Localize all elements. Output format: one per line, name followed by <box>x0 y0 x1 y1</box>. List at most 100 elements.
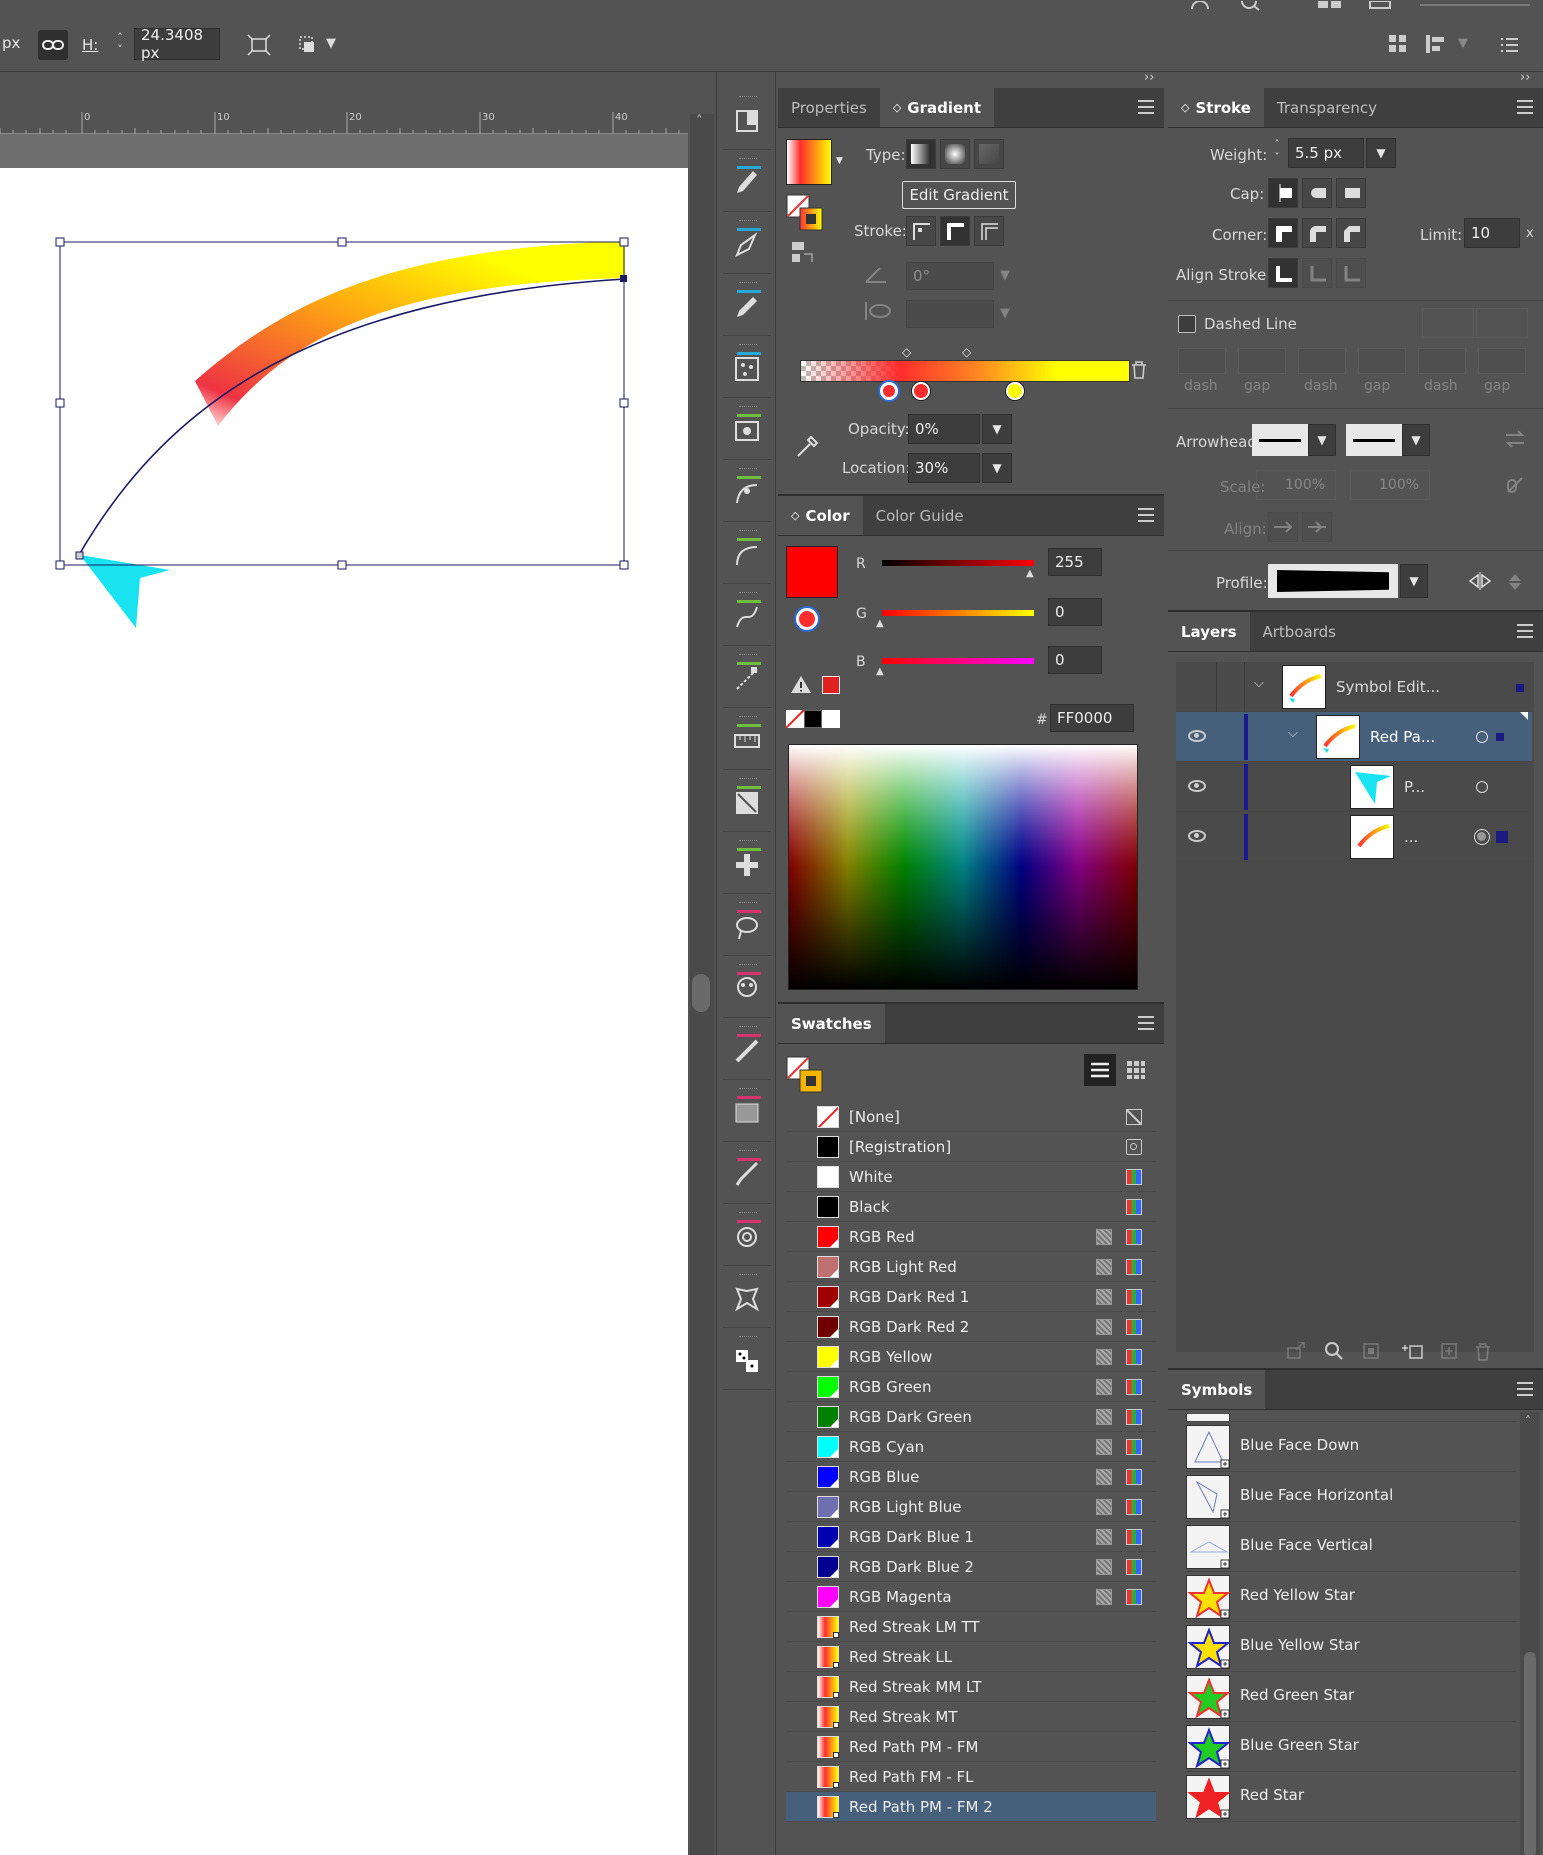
vertical-scrollbar[interactable]: ˄ <box>690 114 714 1855</box>
dash-field[interactable] <box>1418 348 1466 374</box>
workspace-icon[interactable] <box>1368 0 1392 10</box>
target-appearance-icon[interactable] <box>1474 829 1490 845</box>
swatch-row[interactable]: [Registration] <box>786 1132 1156 1162</box>
butt-cap-icon[interactable] <box>1268 178 1298 208</box>
make-clipping-mask-icon[interactable] <box>1362 1342 1382 1364</box>
tool-butterfly-icon[interactable] <box>723 1270 771 1328</box>
swatch-row[interactable]: RGB Light Red <box>786 1252 1156 1282</box>
export-icon[interactable] <box>1286 1341 1306 1364</box>
swatch-row[interactable]: Red Path PM - FM 2 <box>786 1792 1156 1822</box>
search-help-field[interactable] <box>1420 0 1530 6</box>
round-cap-icon[interactable] <box>1302 178 1332 208</box>
swatch-row[interactable]: RGB Dark Blue 2 <box>786 1552 1156 1582</box>
gap-field[interactable] <box>1238 348 1286 374</box>
tool-arc-icon[interactable] <box>723 526 771 584</box>
gap-field[interactable] <box>1478 348 1526 374</box>
distribute-icon[interactable] <box>1384 30 1412 58</box>
panel-menu-icon[interactable] <box>1517 100 1533 114</box>
expand-chevron-icon[interactable]: ⌵ <box>1288 726 1298 741</box>
limit-field[interactable]: 10 <box>1464 218 1520 248</box>
stroke-color-indicator[interactable] <box>796 608 818 630</box>
align-inside-icon[interactable] <box>1302 258 1332 288</box>
expand-panels-icon[interactable]: ›› <box>1144 70 1154 85</box>
arrange-documents-icon[interactable] <box>1316 0 1344 10</box>
tab-properties[interactable]: Properties <box>778 88 880 127</box>
tool-dice-icon[interactable] <box>723 1332 771 1390</box>
weight-field[interactable]: 5.5 px <box>1288 138 1364 168</box>
fill-stroke-swatch-icon[interactable] <box>786 194 823 231</box>
eyedropper-icon[interactable] <box>794 434 820 464</box>
delete-layer-icon[interactable] <box>1474 1342 1492 1366</box>
opacity-field[interactable]: 0% <box>908 414 980 444</box>
r-slider[interactable] <box>882 560 1034 566</box>
symbol-row[interactable]: Blue Face Vertical <box>1186 1522 1516 1572</box>
symbol-row[interactable]: Blue Face Horizontal <box>1186 1472 1516 1522</box>
profile-chevron-icon[interactable]: ▼ <box>1400 564 1428 598</box>
dash-preserve-icon[interactable] <box>1476 308 1528 338</box>
swatch-row[interactable]: Red Streak LL <box>786 1642 1156 1672</box>
swatch-row[interactable]: RGB Blue <box>786 1462 1156 1492</box>
bevel-join-icon[interactable] <box>1336 218 1366 248</box>
color-spectrum[interactable] <box>788 744 1138 990</box>
tab-color-guide[interactable]: Color Guide <box>863 496 977 535</box>
panel-menu-icon[interactable] <box>1517 624 1533 638</box>
artwork-svg[interactable] <box>0 168 688 668</box>
tab-gradient[interactable]: ◇ Gradient <box>879 88 995 127</box>
hex-field[interactable]: FF0000 <box>1050 704 1134 732</box>
edit-gradient-button[interactable]: Edit Gradient <box>902 181 1016 209</box>
tool-brush-icon[interactable] <box>723 154 771 212</box>
cyan-arrowhead[interactable] <box>80 555 170 628</box>
gradient-preview[interactable] <box>786 139 832 185</box>
dashed-line-checkbox[interactable] <box>1178 315 1196 333</box>
link-scale-icon[interactable] <box>1504 474 1526 500</box>
tab-symbols[interactable]: Symbols <box>1168 1370 1266 1409</box>
stroke-within-icon[interactable] <box>906 216 936 246</box>
gradient-stop-selected[interactable] <box>880 382 898 400</box>
b-slider[interactable] <box>882 658 1034 664</box>
tool-blob-brush-icon[interactable] <box>723 1022 771 1080</box>
layer-row-red-path[interactable]: ⌵ Red Pa... <box>1176 712 1532 762</box>
symbol-row-partial[interactable] <box>1186 1414 1516 1422</box>
thumbnail-view-icon[interactable] <box>1120 1054 1152 1086</box>
bounding-box-handles[interactable] <box>55 237 629 570</box>
none-swatch[interactable] <box>786 710 804 728</box>
panel-menu-icon[interactable] <box>1138 508 1154 522</box>
symbol-row[interactable]: Red Star <box>1186 1772 1516 1822</box>
tab-artboards[interactable]: Artboards <box>1250 612 1349 651</box>
swap-gradient-icon[interactable] <box>790 240 814 264</box>
freeform-gradient-icon[interactable] <box>974 139 1004 169</box>
tool-spiral-icon[interactable] <box>723 1208 771 1266</box>
layer-row-symbol-edit[interactable]: ⌵ Symbol Edit... <box>1176 662 1532 712</box>
tab-swatches[interactable]: Swatches <box>778 1004 885 1043</box>
scale-end-field[interactable]: 100% <box>1350 470 1430 500</box>
gap-field[interactable] <box>1358 348 1406 374</box>
gradient-stop[interactable] <box>912 382 930 400</box>
g-field[interactable]: 0 <box>1048 598 1102 626</box>
angle-chevron-icon[interactable]: ▼ <box>1000 268 1010 283</box>
scroll-thumb[interactable] <box>692 974 710 1012</box>
r-field[interactable]: 255 <box>1048 548 1102 576</box>
swatch-row[interactable]: Red Streak LM TT <box>786 1612 1156 1642</box>
tool-symbol-sprayer-icon[interactable] <box>723 402 771 460</box>
swatch-row[interactable]: Black <box>786 1192 1156 1222</box>
scroll-thumb[interactable] <box>1524 1652 1536 1855</box>
swatch-row[interactable]: RGB Cyan <box>786 1432 1156 1462</box>
locate-object-icon[interactable] <box>1324 1342 1344 1364</box>
end-arrowhead-dropdown[interactable] <box>1346 424 1402 456</box>
profile-dropdown[interactable] <box>1268 564 1398 598</box>
flip-along-icon[interactable] <box>1468 572 1492 594</box>
g-slider[interactable] <box>882 610 1034 616</box>
out-of-gamut-warning-icon[interactable] <box>790 674 812 698</box>
list-view-icon[interactable] <box>1084 1054 1116 1086</box>
align-objects-chevron-icon[interactable]: ▼ <box>1458 36 1468 51</box>
red-yellow-streak[interactable] <box>195 241 625 426</box>
panel-menu-icon[interactable] <box>1517 1382 1533 1396</box>
create-sublayer-icon[interactable] <box>1400 1342 1424 1364</box>
dash-align-corners-icon[interactable] <box>1422 308 1474 338</box>
opacity-dropdown-icon[interactable]: ▼ <box>982 414 1012 444</box>
tool-slice-icon[interactable] <box>723 774 771 832</box>
tool-path-icon[interactable] <box>723 588 771 646</box>
tab-transparency[interactable]: Transparency <box>1264 88 1390 127</box>
start-arrowhead-chevron-icon[interactable]: ▼ <box>1308 424 1336 456</box>
align-center-icon[interactable] <box>1268 258 1298 288</box>
